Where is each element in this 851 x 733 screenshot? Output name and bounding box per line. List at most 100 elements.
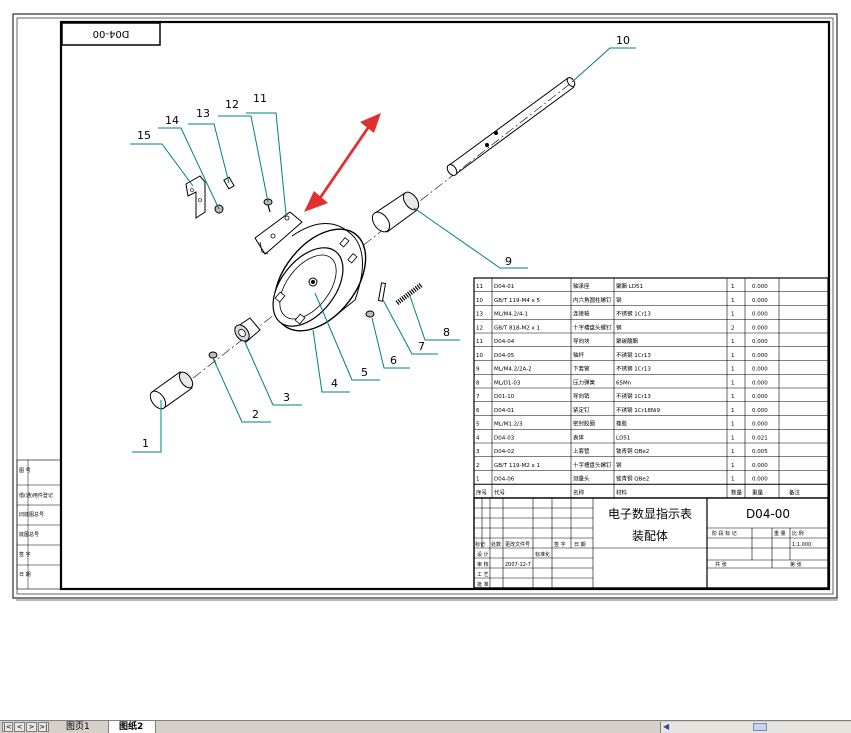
title-block-label: 共 张 [715, 561, 727, 568]
bom-header-cell: 数量 [731, 488, 743, 496]
title-block-label: 批 准 [477, 581, 489, 588]
bom-cell: 1 [731, 367, 735, 373]
part-6-screw [365, 310, 375, 318]
next-sheet-button[interactable]: > [26, 722, 37, 732]
balloon-1: 1 [142, 437, 149, 450]
bom-cell: 1 [731, 353, 735, 359]
balloon-6: 6 [390, 354, 397, 367]
bom-header-cell: 名称 [573, 488, 585, 496]
bom-header-cell: 重量 [752, 488, 764, 496]
bom-cell: 0.021 [752, 435, 768, 441]
bom-cell: 压力弹簧 [573, 378, 596, 386]
bom-cell: 0.000 [752, 477, 768, 483]
title-block-label: 阶 段 标 记 [712, 530, 737, 537]
bom-cell: 不锈钢 1Cr13 [616, 365, 651, 373]
bom-cell: 1 [731, 422, 735, 428]
side-block-label: 签 字 [19, 551, 31, 558]
last-sheet-button[interactable]: >| [38, 722, 49, 732]
balloon-12: 12 [225, 98, 239, 111]
title-block-label: 重 量 [774, 530, 786, 537]
first-sheet-button[interactable]: |< [2, 722, 13, 732]
bom-cell: 4 [476, 435, 480, 441]
bom-cell: 钢 [616, 323, 622, 331]
title-block-label: 设 计 [477, 551, 489, 558]
bom-cell: 轴承座 [573, 282, 590, 290]
balloon-15: 15 [137, 129, 151, 142]
title-block-label: 日 期 [574, 542, 586, 548]
balloon-7: 7 [418, 340, 425, 353]
bom-cell: 表体 [573, 433, 585, 441]
bom-cell: ML/M4.2/4-1 [494, 312, 528, 318]
balloon-14: 14 [165, 114, 179, 127]
bom-cell: 橡胶 [616, 420, 628, 428]
bom-cell: 2 [476, 463, 480, 469]
bom-cell: 轴杆 [573, 351, 585, 359]
bom-cell: 0.000 [752, 353, 768, 359]
drawing-canvas: D04-00 借(通)用件登记 旧底图总号 底图总号 签 字 日 期 图 号 1… [12, 13, 838, 601]
bom-cell: 10 [476, 298, 483, 304]
code-box-text: D04-00 [93, 28, 130, 39]
side-block-label: 借(通)用件登记 [19, 492, 53, 499]
drawing-subtitle: 装配体 [632, 529, 668, 543]
bom-table: 11 D04-01 轴承座 聚酯 LD51 1 0.00010 GB/T 119-M4 x … [473, 277, 829, 499]
bom-cell: LD51 [616, 435, 630, 441]
title-block-label: 标记 [475, 541, 485, 548]
bom-cell: ML/D1-03 [494, 380, 521, 386]
bom-header-cell: 序号 [476, 488, 488, 496]
bom-cell: 密封胶圈 [573, 420, 596, 428]
bom-cell: 7 [476, 394, 480, 400]
title-block-label: 标准化 [535, 551, 550, 558]
bom-cell: 13 [476, 312, 483, 318]
tab-sheet-1[interactable]: 图页1 [56, 721, 110, 733]
bom-cell: 0.000 [752, 380, 768, 386]
bom-cell: 0.000 [752, 394, 768, 400]
bom-cell: 0.000 [752, 298, 768, 304]
bom-cell: 上套管 [573, 447, 590, 455]
bom-cell: 紧定钉 [573, 406, 590, 414]
side-block-label: 日 期 [19, 572, 31, 578]
balloon-2: 2 [252, 408, 259, 421]
bom-cell: 十字槽盘头螺钉 [573, 461, 612, 469]
title-block-label: 处数 [491, 541, 501, 548]
scroll-left-icon[interactable]: ◀ [663, 722, 673, 732]
scroll-thumb[interactable] [753, 723, 767, 731]
bom-cell: 0.005 [752, 449, 768, 455]
bom-cell: 0.000 [752, 325, 768, 331]
tab-label: 图页1 [66, 722, 90, 732]
bom-cell: 铍青铜 QBe2 [616, 447, 649, 455]
drawing-number: D04-00 [746, 507, 790, 521]
bom-cell: 1 [731, 477, 735, 483]
bom-cell: 0.000 [752, 284, 768, 290]
bom-cell: 3 [476, 449, 480, 455]
sheet-tab-bar: |< < > >| 图页1 图纸2 ◀ [0, 720, 851, 733]
tab-sheet-2[interactable]: 图纸2 [108, 721, 156, 733]
title-block: 标记 处数 更改文件号 签 字 日 期 设 计 审 核 工 艺 批 准 标准化 … [473, 497, 829, 589]
balloon-10: 10 [616, 34, 630, 47]
bom-cell: 1 [731, 449, 735, 455]
bom-cell: 1 [731, 408, 735, 414]
title-block-label: 审 核 [477, 561, 489, 568]
side-block-label: 旧底图总号 [19, 511, 44, 518]
bom-cell: 测量头 [573, 475, 590, 483]
prev-sheet-button[interactable]: < [14, 722, 25, 732]
bom-cell: GB/T 119-M2 x 1 [494, 463, 540, 469]
side-block-label: 图 号 [19, 468, 31, 474]
bom-cell: D04-05 [494, 353, 515, 359]
balloon-4: 4 [331, 377, 338, 390]
bom-cell: 0.000 [752, 339, 768, 345]
balloon-8: 8 [443, 326, 450, 339]
bom-header-cell: 备注 [789, 488, 801, 496]
bom-cell: 聚酯 LD51 [616, 283, 643, 290]
bom-cell: D04-01 [494, 284, 514, 290]
bom-cell: D01-10 [494, 394, 515, 400]
bom-cell: GB/T 818-M2 x 1 [494, 325, 540, 331]
bom-cell: D04-03 [494, 435, 515, 441]
balloon-11: 11 [253, 92, 267, 105]
balloon-3: 3 [283, 391, 290, 404]
horizontal-scrollbar[interactable]: ◀ [660, 722, 851, 733]
bom-cell: 0.000 [752, 312, 768, 318]
bom-cell: 钢 [616, 461, 622, 469]
bom-cell: 0.000 [752, 422, 768, 428]
bom-cell: 1 [731, 435, 735, 441]
bom-cell: 8 [476, 380, 480, 386]
